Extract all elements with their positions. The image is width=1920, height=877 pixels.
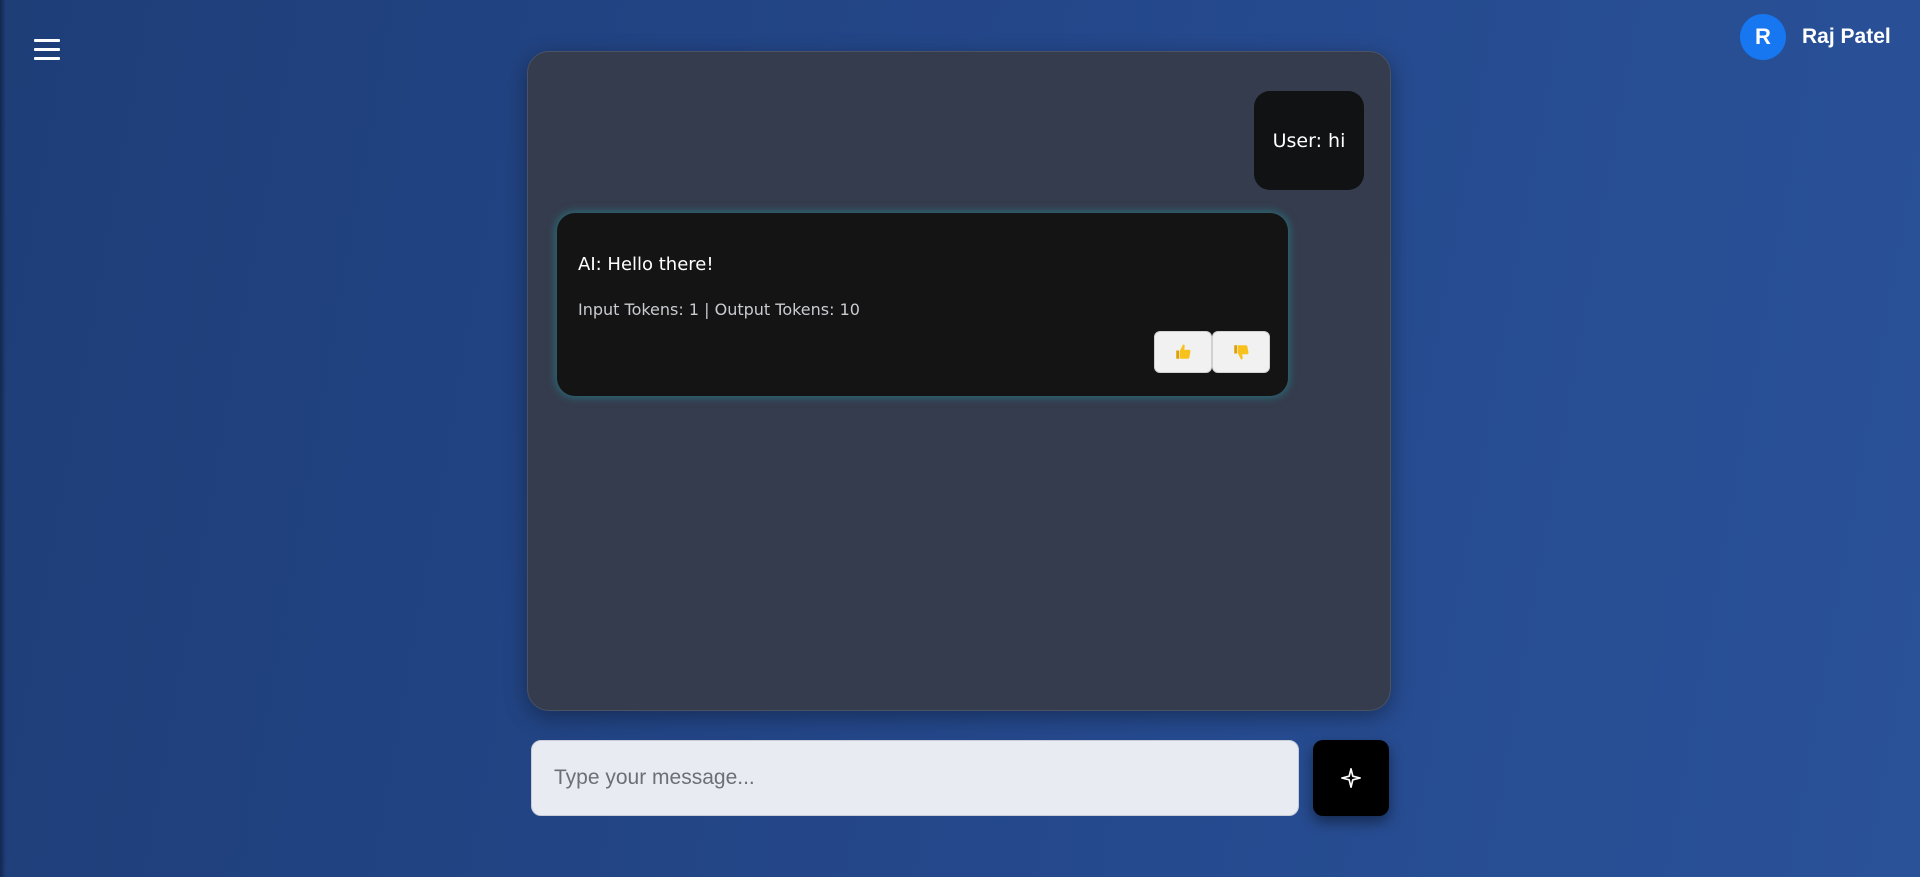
token-usage-text: Input Tokens: 1 | Output Tokens: 10 — [578, 300, 860, 319]
thumbs-down-icon — [1234, 345, 1249, 360]
thumbs-up-button[interactable] — [1154, 331, 1212, 373]
message-input[interactable] — [531, 740, 1299, 816]
left-edge-shadow — [0, 0, 6, 877]
thumbs-down-button[interactable] — [1212, 331, 1270, 373]
send-button[interactable] — [1313, 740, 1389, 816]
avatar[interactable]: R — [1740, 14, 1786, 60]
hamburger-menu-icon — [34, 36, 64, 60]
ai-message-bubble: AI: Hello there! Input Tokens: 1 | Outpu… — [557, 213, 1288, 396]
user-name: Raj Patel — [1802, 25, 1891, 48]
sparkle-icon — [1341, 768, 1361, 788]
user-message-bubble: User: hi — [1254, 91, 1364, 190]
chat-panel: User: hi AI: Hello there! Input Tokens: … — [527, 51, 1391, 711]
user-profile[interactable]: R Raj Patel — [1740, 14, 1891, 60]
menu-button[interactable] — [34, 36, 64, 68]
user-message-text: User: hi — [1272, 129, 1346, 152]
thumbs-up-icon — [1176, 344, 1191, 359]
ai-message-text: AI: Hello there! — [578, 254, 714, 275]
